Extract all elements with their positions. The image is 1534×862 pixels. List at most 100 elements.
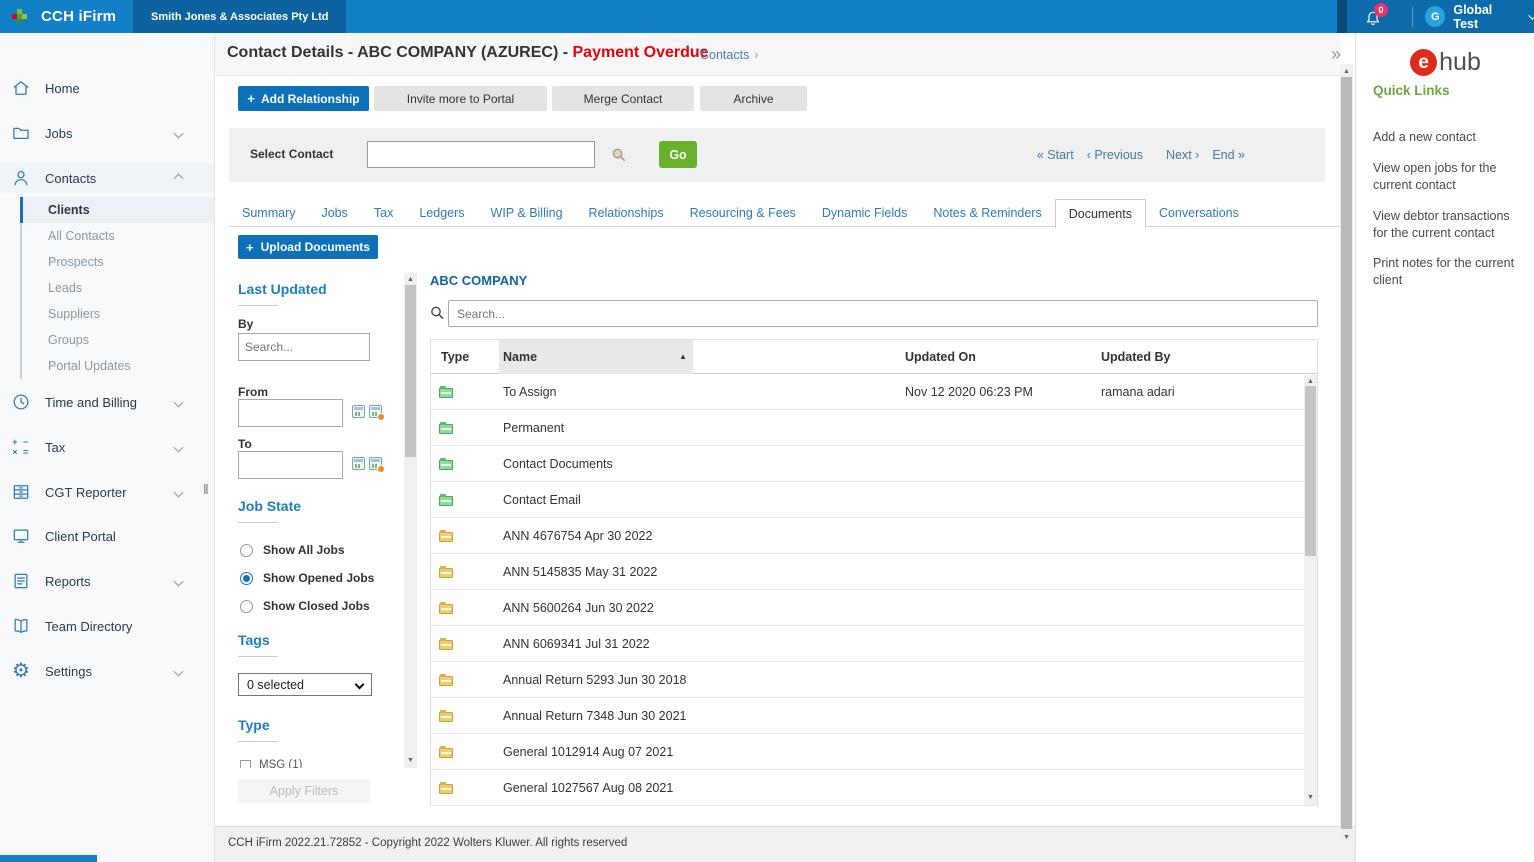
table-row[interactable]: To AssignNov 12 2020 06:23 PMramana adar… <box>431 374 1317 410</box>
tab-conversations[interactable]: Conversations <box>1146 199 1252 227</box>
sidebar-item-home[interactable]: Home <box>0 73 214 103</box>
pagination-start[interactable]: « Start <box>1037 148 1074 162</box>
go-button[interactable]: Go <box>659 141 697 168</box>
sidebar-item-client-portal[interactable]: Client Portal <box>0 521 214 551</box>
tab-jobs[interactable]: Jobs <box>308 199 360 227</box>
sidebar-subitem-portal-updates[interactable]: Portal Updates <box>0 353 214 379</box>
tab-summary[interactable]: Summary <box>229 199 308 227</box>
type-filter-option[interactable]: MSG (1) <box>240 759 302 768</box>
sidebar-collapse-icon[interactable]: « <box>168 857 177 862</box>
tab-tax[interactable]: Tax <box>361 199 406 227</box>
quick-link-view-debtor-transactions-for-the-current-contact[interactable]: View debtor transactions for the current… <box>1373 208 1525 242</box>
breadcrumb[interactable]: Contacts› <box>700 48 759 62</box>
contact-search-icon[interactable] <box>611 147 627 163</box>
table-row[interactable]: General 1012914 Aug 07 2021 <box>431 734 1317 770</box>
filter-scrollbar-thumb[interactable] <box>405 285 416 457</box>
apply-filters-button[interactable]: Apply Filters <box>238 779 370 803</box>
tab-dynamic-fields[interactable]: Dynamic Fields <box>809 199 920 227</box>
sidebar-subitem-groups[interactable]: Groups <box>0 327 214 353</box>
scroll-up-icon[interactable]: ▲ <box>1340 67 1353 77</box>
pagination-next[interactable]: Next › <box>1166 148 1199 162</box>
user-menu-chevron-icon[interactable] <box>1528 11 1534 19</box>
scroll-down-icon[interactable]: ▼ <box>404 756 417 766</box>
from-clear-date-icon[interactable] <box>369 405 382 418</box>
table-row[interactable]: Contact Email <box>431 482 1317 518</box>
radio-icon[interactable] <box>240 544 253 557</box>
sidebar-subitem-leads[interactable]: Leads <box>0 275 214 301</box>
sidebar-subitem-all-contacts[interactable]: All Contacts <box>0 223 214 249</box>
sidebar-item-cgt-reporter[interactable]: CGT Reporter <box>0 477 214 507</box>
main-scrollbar-thumb[interactable] <box>1341 77 1352 829</box>
column-header-name[interactable]: Name <box>503 340 537 374</box>
filter-scrollbar[interactable]: ▲ ▼ <box>404 273 417 768</box>
radio-option-show-all-jobs[interactable]: Show All Jobs <box>240 543 345 557</box>
scroll-down-icon[interactable]: ▼ <box>1304 793 1317 803</box>
panel-collapse-icon[interactable]: » <box>1331 44 1341 65</box>
from-calendar-icon[interactable] <box>352 405 365 418</box>
select-contact-input[interactable] <box>367 141 595 168</box>
table-row[interactable]: ANN 5145835 May 31 2022 <box>431 554 1317 590</box>
sidebar-item-settings[interactable]: ⚙Settings <box>0 656 214 686</box>
tab-documents[interactable]: Documents <box>1055 199 1146 228</box>
cell-type <box>439 446 453 482</box>
table-row[interactable]: Permanent <box>431 410 1317 446</box>
quick-link-print-notes-for-the-current-client[interactable]: Print notes for the current client <box>1373 255 1525 289</box>
invite-more-to-portal-button[interactable]: Invite more to Portal <box>374 86 547 111</box>
radio-option-show-closed-jobs[interactable]: Show Closed Jobs <box>240 599 370 613</box>
sidebar-item-team-directory[interactable]: Team Directory <box>0 611 214 641</box>
to-date-input[interactable] <box>238 451 343 479</box>
sidebar-item-tax[interactable]: + −× =Tax <box>0 432 214 462</box>
radio-option-show-opened-jobs[interactable]: Show Opened Jobs <box>240 571 374 585</box>
sidebar-subitem-clients[interactable]: Clients <box>23 197 214 223</box>
table-scrollbar-thumb[interactable] <box>1305 386 1316 556</box>
breadcrumb-link[interactable]: Contacts <box>700 48 749 62</box>
to-calendar-icon[interactable] <box>352 457 365 470</box>
checkbox-icon[interactable] <box>240 760 251 769</box>
sidebar-item-reports[interactable]: Reports <box>0 566 214 596</box>
table-row[interactable]: General 1027567 Aug 08 2021 <box>431 770 1317 806</box>
user-name[interactable]: Global Test <box>1453 3 1518 31</box>
main-scrollbar[interactable]: ▲ ▼ <box>1340 64 1353 846</box>
table-row[interactable]: Contact Documents <box>431 446 1317 482</box>
column-header-type[interactable]: Type <box>441 340 469 374</box>
tab-wip-billing[interactable]: WIP & Billing <box>478 199 576 227</box>
sidebar-subitem-prospects[interactable]: Prospects <box>0 249 214 275</box>
upload-documents-button[interactable]: + Upload Documents <box>238 235 378 259</box>
to-label: To <box>238 437 252 451</box>
table-row[interactable]: ANN 5600264 Jun 30 2022 <box>431 590 1317 626</box>
organisation-name[interactable]: Smith Jones & Associates Pty Ltd <box>133 0 346 33</box>
radio-icon[interactable] <box>240 572 253 585</box>
updated-by-search-input[interactable] <box>238 333 370 361</box>
add-relationship-button[interactable]: +Add Relationship <box>238 86 369 111</box>
column-header-updated-by[interactable]: Updated By <box>1101 340 1170 374</box>
sidebar-item-contacts[interactable]: Contacts <box>0 163 214 193</box>
user-avatar[interactable]: G <box>1425 6 1445 27</box>
documents-search-input[interactable] <box>448 300 1318 327</box>
table-row[interactable]: ANN 4676754 Apr 30 2022 <box>431 518 1317 554</box>
table-scrollbar[interactable]: ▲ ▼ <box>1304 375 1317 805</box>
table-row[interactable]: Annual Return 5293 Jun 30 2018 <box>431 662 1317 698</box>
quick-link-view-open-jobs-for-the-current-contact[interactable]: View open jobs for the current contact <box>1373 160 1525 194</box>
table-row[interactable]: ANN 6069341 Jul 31 2022 <box>431 626 1317 662</box>
scroll-down-icon[interactable]: ▼ <box>1340 833 1353 843</box>
pagination-previous[interactable]: ‹ Previous <box>1087 148 1143 162</box>
sidebar-subitem-suppliers[interactable]: Suppliers <box>0 301 214 327</box>
quick-link-add-a-new-contact[interactable]: Add a new contact <box>1373 129 1525 146</box>
notifications-button[interactable]: 0 <box>1363 5 1388 29</box>
merge-contact-button[interactable]: Merge Contact <box>552 86 694 111</box>
radio-icon[interactable] <box>240 600 253 613</box>
to-clear-date-icon[interactable] <box>369 457 382 470</box>
scroll-up-icon[interactable]: ▲ <box>404 275 417 285</box>
tab-resourcing-fees[interactable]: Resourcing & Fees <box>677 199 809 227</box>
tab-relationships[interactable]: Relationships <box>576 199 677 227</box>
column-header-updated-on[interactable]: Updated On <box>905 340 976 374</box>
tab-ledgers[interactable]: Ledgers <box>406 199 477 227</box>
sidebar-item-jobs[interactable]: Jobs <box>0 118 214 148</box>
sidebar-item-time-and-billing[interactable]: Time and Billing <box>0 387 214 417</box>
tab-notes-reminders[interactable]: Notes & Reminders <box>920 199 1054 227</box>
from-date-input[interactable] <box>238 399 343 427</box>
table-row[interactable]: Annual Return 7348 Jun 30 2021 <box>431 698 1317 734</box>
tags-select[interactable]: 0 selected <box>238 673 372 696</box>
pagination-end[interactable]: End » <box>1212 148 1245 162</box>
archive-button[interactable]: Archive <box>700 86 807 111</box>
